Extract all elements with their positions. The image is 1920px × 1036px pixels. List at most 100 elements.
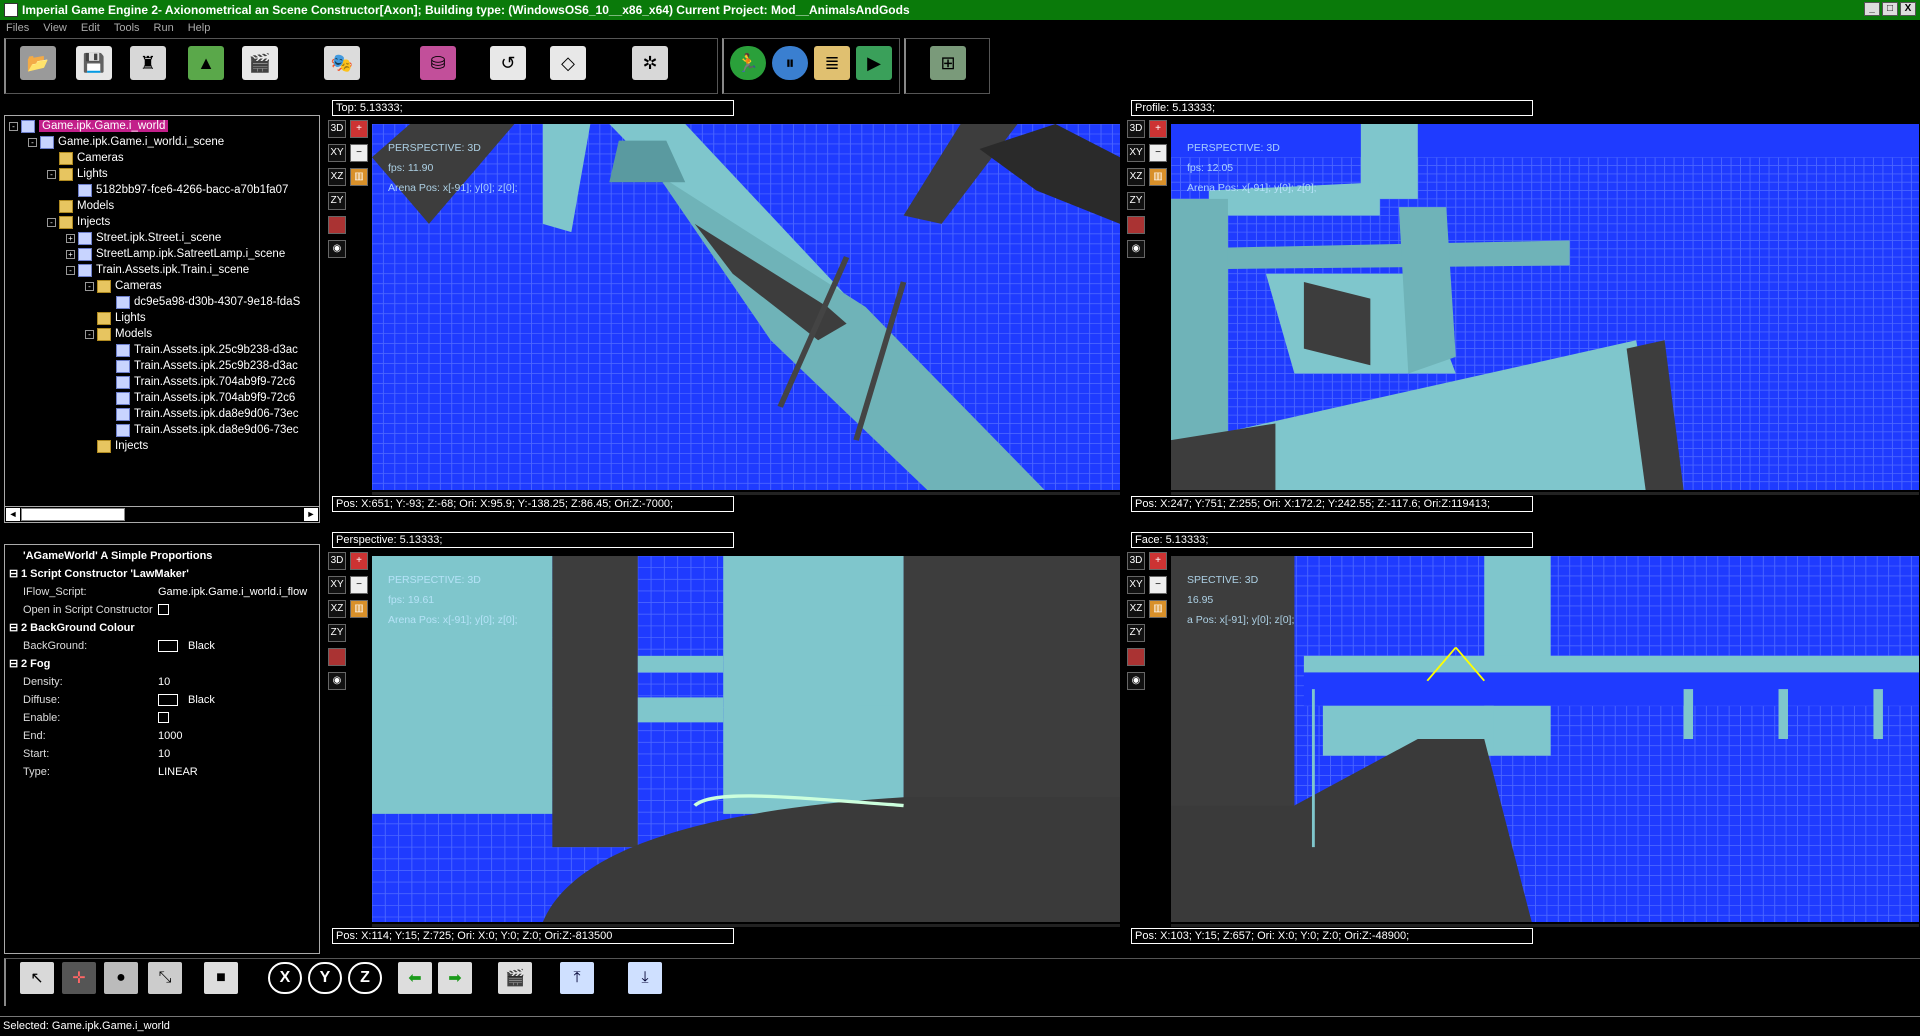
tree-node[interactable]: + Street.ipk.Street.i_scene [66, 230, 221, 246]
tree-node[interactable]: - Train.Assets.ipk.Train.i_scene [66, 262, 249, 278]
view-xy-button[interactable]: XY [328, 144, 346, 162]
view-3d-button[interactable]: 3D [328, 552, 346, 570]
property-row[interactable]: Open in Script Constructor [9, 601, 309, 618]
viewport-position-field[interactable]: Pos: X:247; Y:751; Z:255; Ori: X:172.2; … [1131, 496, 1533, 512]
tree-node[interactable]: - Game.ipk.Game.i_world.i_scene [28, 134, 224, 150]
select-arrow-icon[interactable]: ↖ [20, 962, 54, 994]
tree-folder-node[interactable]: Lights [85, 310, 146, 326]
viewport-perspective[interactable]: PERSPECTIVE: 3D fps: 19.61 Arena Pos: x[-9… [372, 556, 1120, 922]
collapse-toggle[interactable]: ⊟ [9, 621, 21, 634]
record-icon[interactable] [328, 648, 346, 666]
tree-expander[interactable]: - [47, 169, 56, 179]
z-axis-icon[interactable]: Z [348, 962, 382, 994]
molecule-icon[interactable]: ✲ [632, 46, 668, 80]
pause-icon[interactable]: ⏸ [772, 46, 808, 80]
property-row[interactable]: Enable: [9, 709, 309, 726]
viewport-name-field[interactable]: Top: 5.13333; [332, 100, 734, 116]
maximize-button[interactable]: □ [1882, 2, 1898, 16]
save-disk-icon[interactable]: 💾 [76, 46, 112, 80]
network-icon[interactable]: ⊞ [930, 46, 966, 80]
property-value[interactable]: Game.ipk.Game.i_world.i_flow [158, 586, 307, 598]
property-checkbox[interactable] [158, 712, 169, 723]
property-row[interactable]: Density: 10 [9, 673, 309, 690]
property-value[interactable]: 1000 [158, 730, 182, 742]
eye-icon[interactable]: ◉ [328, 240, 346, 258]
view-3d-button[interactable]: 3D [1127, 552, 1145, 570]
tree-expander[interactable]: + [66, 233, 75, 243]
columns-icon[interactable]: ▥ [1149, 600, 1167, 618]
menu-help[interactable]: Help [188, 22, 211, 34]
view-xy-button[interactable]: XY [1127, 576, 1145, 594]
menu-files[interactable]: Files [6, 22, 29, 34]
view-zy-button[interactable]: ZY [328, 192, 346, 210]
add-icon[interactable]: + [350, 120, 368, 138]
eye-icon[interactable]: ◉ [328, 672, 346, 690]
record-icon[interactable] [1127, 648, 1145, 666]
tree-expander[interactable]: - [85, 281, 94, 291]
view-zy-button[interactable]: ZY [1127, 192, 1145, 210]
columns-icon[interactable]: ▥ [350, 168, 368, 186]
viewport-face[interactable]: SPECTIVE: 3D 16.95 a Pos: x[-91]; y[0]; z[… [1171, 556, 1919, 922]
viewport-name-field[interactable]: Face: 5.13333; [1131, 532, 1533, 548]
view-zy-button[interactable]: ZY [1127, 624, 1145, 642]
chart-icon[interactable]: ▲ [188, 46, 224, 80]
columns-icon[interactable]: ▥ [1149, 168, 1167, 186]
redo-arrow-icon[interactable]: ➡ [438, 962, 472, 994]
property-category[interactable]: ⊟ 2 Fog [9, 655, 309, 672]
view-3d-button[interactable]: 3D [328, 120, 346, 138]
viewport-position-field[interactable]: Pos: X:103; Y:15; Z:657; Ori: X:0; Y:0; … [1131, 928, 1533, 944]
tree-folder-node[interactable]: - Injects [47, 214, 110, 230]
viewport-position-field[interactable]: Pos: X:114; Y:15; Z:725; Ori: X:0; Y:0; … [332, 928, 734, 944]
clapper-icon[interactable]: 🎬 [498, 962, 532, 994]
sphere-icon[interactable]: ● [104, 962, 138, 994]
eye-icon[interactable]: ◉ [1127, 672, 1145, 690]
tree-node[interactable]: 5182bb97-fce6-4266-bacc-a70b1fa07 [66, 182, 288, 198]
clapper-icon[interactable]: 🎬 [242, 46, 278, 80]
view-3d-button[interactable]: 3D [1127, 120, 1145, 138]
tree-node[interactable]: - Game.ipk.Game.i_world [9, 118, 169, 134]
viewport-profile[interactable]: PERSPECTIVE: 3D fps: 12.05 Arena Pos: x[-9… [1171, 124, 1919, 490]
frame-bottom-icon[interactable]: ⤓ [628, 962, 662, 994]
minus-icon[interactable]: − [1149, 576, 1167, 594]
frame-top-icon[interactable]: ⤒ [560, 962, 594, 994]
property-value[interactable]: 10 [158, 748, 170, 760]
menu-edit[interactable]: Edit [81, 22, 100, 34]
menu-run[interactable]: Run [154, 22, 174, 34]
view-zy-button[interactable]: ZY [328, 624, 346, 642]
tree-node[interactable]: + StreetLamp.ipk.SatreetLamp.i_scene [66, 246, 285, 262]
minus-icon[interactable]: − [350, 576, 368, 594]
property-value[interactable]: 10 [158, 676, 170, 688]
property-category[interactable]: ⊟ 1 Script Constructor 'LawMaker' [9, 565, 309, 582]
tree-node[interactable]: Train.Assets.ipk.25c9b238-d3ac [104, 358, 298, 374]
close-button[interactable]: X [1900, 2, 1916, 16]
property-color-value[interactable]: Black [158, 693, 215, 706]
theater-masks-icon[interactable]: 🎭 [324, 46, 360, 80]
tree-node[interactable]: Train.Assets.ipk.25c9b238-d3ac [104, 342, 298, 358]
property-row[interactable]: End: 1000 [9, 727, 309, 744]
view-xz-button[interactable]: XZ [1127, 600, 1145, 618]
view-xz-button[interactable]: XZ [328, 168, 346, 186]
record-icon[interactable] [328, 216, 346, 234]
x-axis-icon[interactable]: X [268, 962, 302, 994]
property-color-value[interactable]: Black [158, 639, 215, 652]
tree-folder-node[interactable]: Injects [85, 438, 148, 454]
tree-expander[interactable]: - [28, 137, 37, 147]
tree-folder-node[interactable]: - Models [85, 326, 152, 342]
scroll-left-arrow[interactable]: ◄ [6, 508, 20, 521]
open-folder-icon[interactable]: 📂 [20, 46, 56, 80]
property-row[interactable]: Type: LINEAR [9, 763, 309, 780]
run-man-icon[interactable]: 🏃 [730, 46, 766, 80]
scroll-right-arrow[interactable]: ► [304, 508, 318, 521]
viewport-top[interactable]: PERSPECTIVE: 3D fps: 11.90 Arena Pos: x[-9… [372, 124, 1120, 490]
tree-node[interactable]: Train.Assets.ipk.da8e9d06-73ec [104, 422, 299, 438]
property-row[interactable]: IFlow_Script: Game.ipk.Game.i_world.i_flo… [9, 583, 309, 600]
property-category[interactable]: ⊟ 2 BackGround Colour [9, 619, 309, 636]
property-row[interactable]: Diffuse: Black [9, 691, 309, 708]
minimize-button[interactable]: _ [1864, 2, 1880, 16]
menu-tools[interactable]: Tools [114, 22, 140, 34]
menu-view[interactable]: View [43, 22, 67, 34]
tree-expander[interactable]: - [9, 121, 18, 131]
loop-arrow-icon[interactable]: ↺ [490, 46, 526, 80]
layers-icon[interactable]: ≣ [814, 46, 850, 80]
columns-icon[interactable]: ▥ [350, 600, 368, 618]
